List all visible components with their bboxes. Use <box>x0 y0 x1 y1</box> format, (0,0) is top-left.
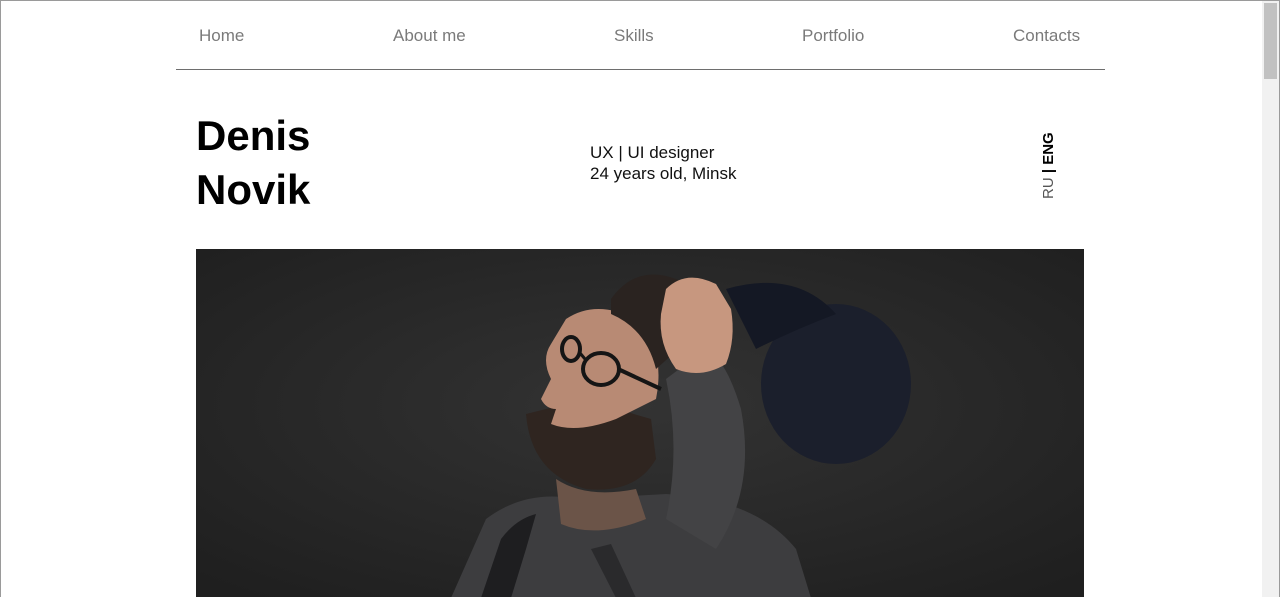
lang-ru-link[interactable]: RU <box>1040 177 1057 199</box>
browser-viewport: Home About me Skills Portfolio Contacts … <box>0 0 1280 597</box>
profile-first-name: Denis <box>196 112 311 159</box>
profile-last-name: Novik <box>196 166 311 213</box>
page-container: Home About me Skills Portfolio Contacts … <box>176 1 1105 213</box>
nav-portfolio-link[interactable]: Portfolio <box>802 26 864 46</box>
nav-home-link[interactable]: Home <box>199 26 244 46</box>
nav-about-link[interactable]: About me <box>393 26 466 46</box>
lang-separator: | <box>1040 168 1057 174</box>
nav-skills-link[interactable]: Skills <box>614 26 654 46</box>
portrait-photo-icon <box>196 249 1084 597</box>
language-switch: RU | ENG <box>1040 132 1058 199</box>
profile-details: 24 years old, Minsk <box>590 164 737 183</box>
main-nav: Home About me Skills Portfolio Contacts <box>176 1 1105 70</box>
profile-info: UX | UI designer 24 years old, Minsk <box>590 142 736 184</box>
profile-role: UX | UI designer <box>590 143 715 162</box>
hero-portrait-photo <box>196 249 1084 597</box>
lang-eng-link[interactable]: ENG <box>1040 132 1057 165</box>
profile-name: Denis Novik <box>196 109 310 217</box>
page-scrollbar[interactable] <box>1262 1 1279 597</box>
scrollbar-thumb[interactable] <box>1264 3 1277 79</box>
nav-contacts-link[interactable]: Contacts <box>1013 26 1080 46</box>
